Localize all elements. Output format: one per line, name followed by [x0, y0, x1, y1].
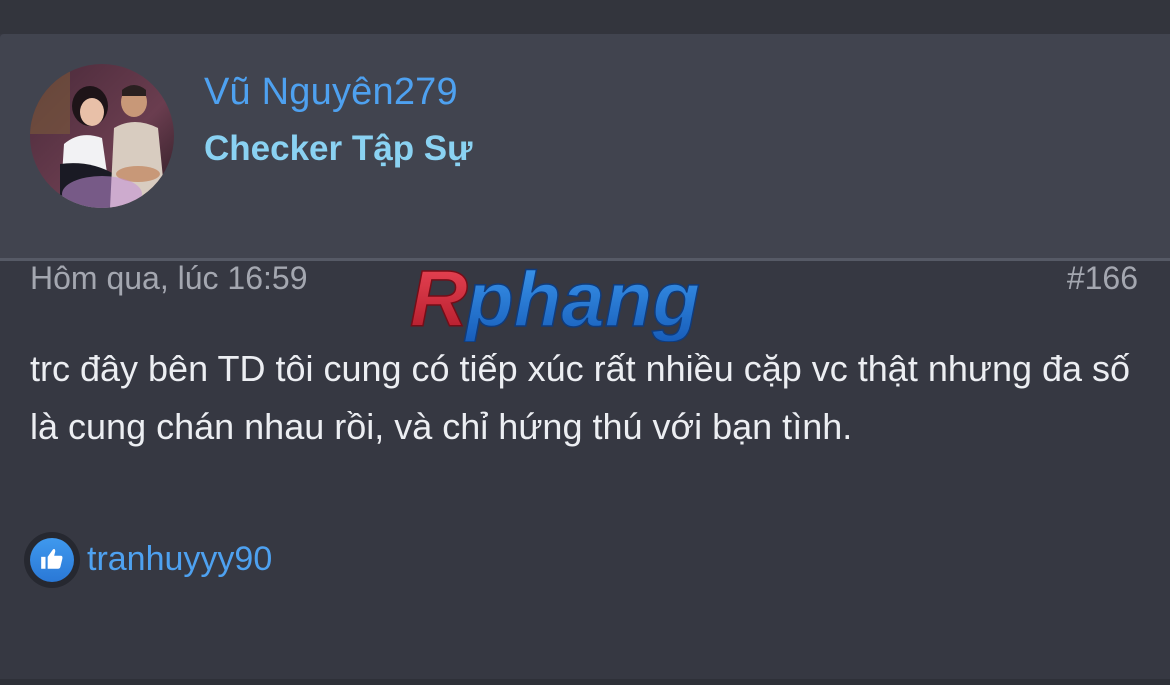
- top-strip: [0, 0, 1170, 34]
- post-time[interactable]: Hôm qua, lúc 16:59: [30, 260, 308, 297]
- page: Vũ Nguyên279 Checker Tập Sự Hôm qua, lúc…: [0, 0, 1170, 685]
- svg-text:R: R: [410, 262, 468, 342]
- reaction-users[interactable]: tranhuyyy90: [87, 540, 272, 579]
- avatar[interactable]: [30, 64, 174, 208]
- post-header: Vũ Nguyên279 Checker Tập Sự: [0, 34, 1170, 261]
- like-icon[interactable]: [24, 532, 80, 588]
- author-name[interactable]: Vũ Nguyên279: [204, 71, 458, 114]
- post-number[interactable]: #166: [1067, 260, 1138, 297]
- watermark-logo: R phang: [408, 253, 768, 344]
- author-title: Checker Tập Sự: [204, 129, 473, 168]
- post-body: trc đây bên TD tôi cung có tiếp xúc rất …: [30, 348, 1131, 447]
- svg-text:phang: phang: [464, 262, 700, 342]
